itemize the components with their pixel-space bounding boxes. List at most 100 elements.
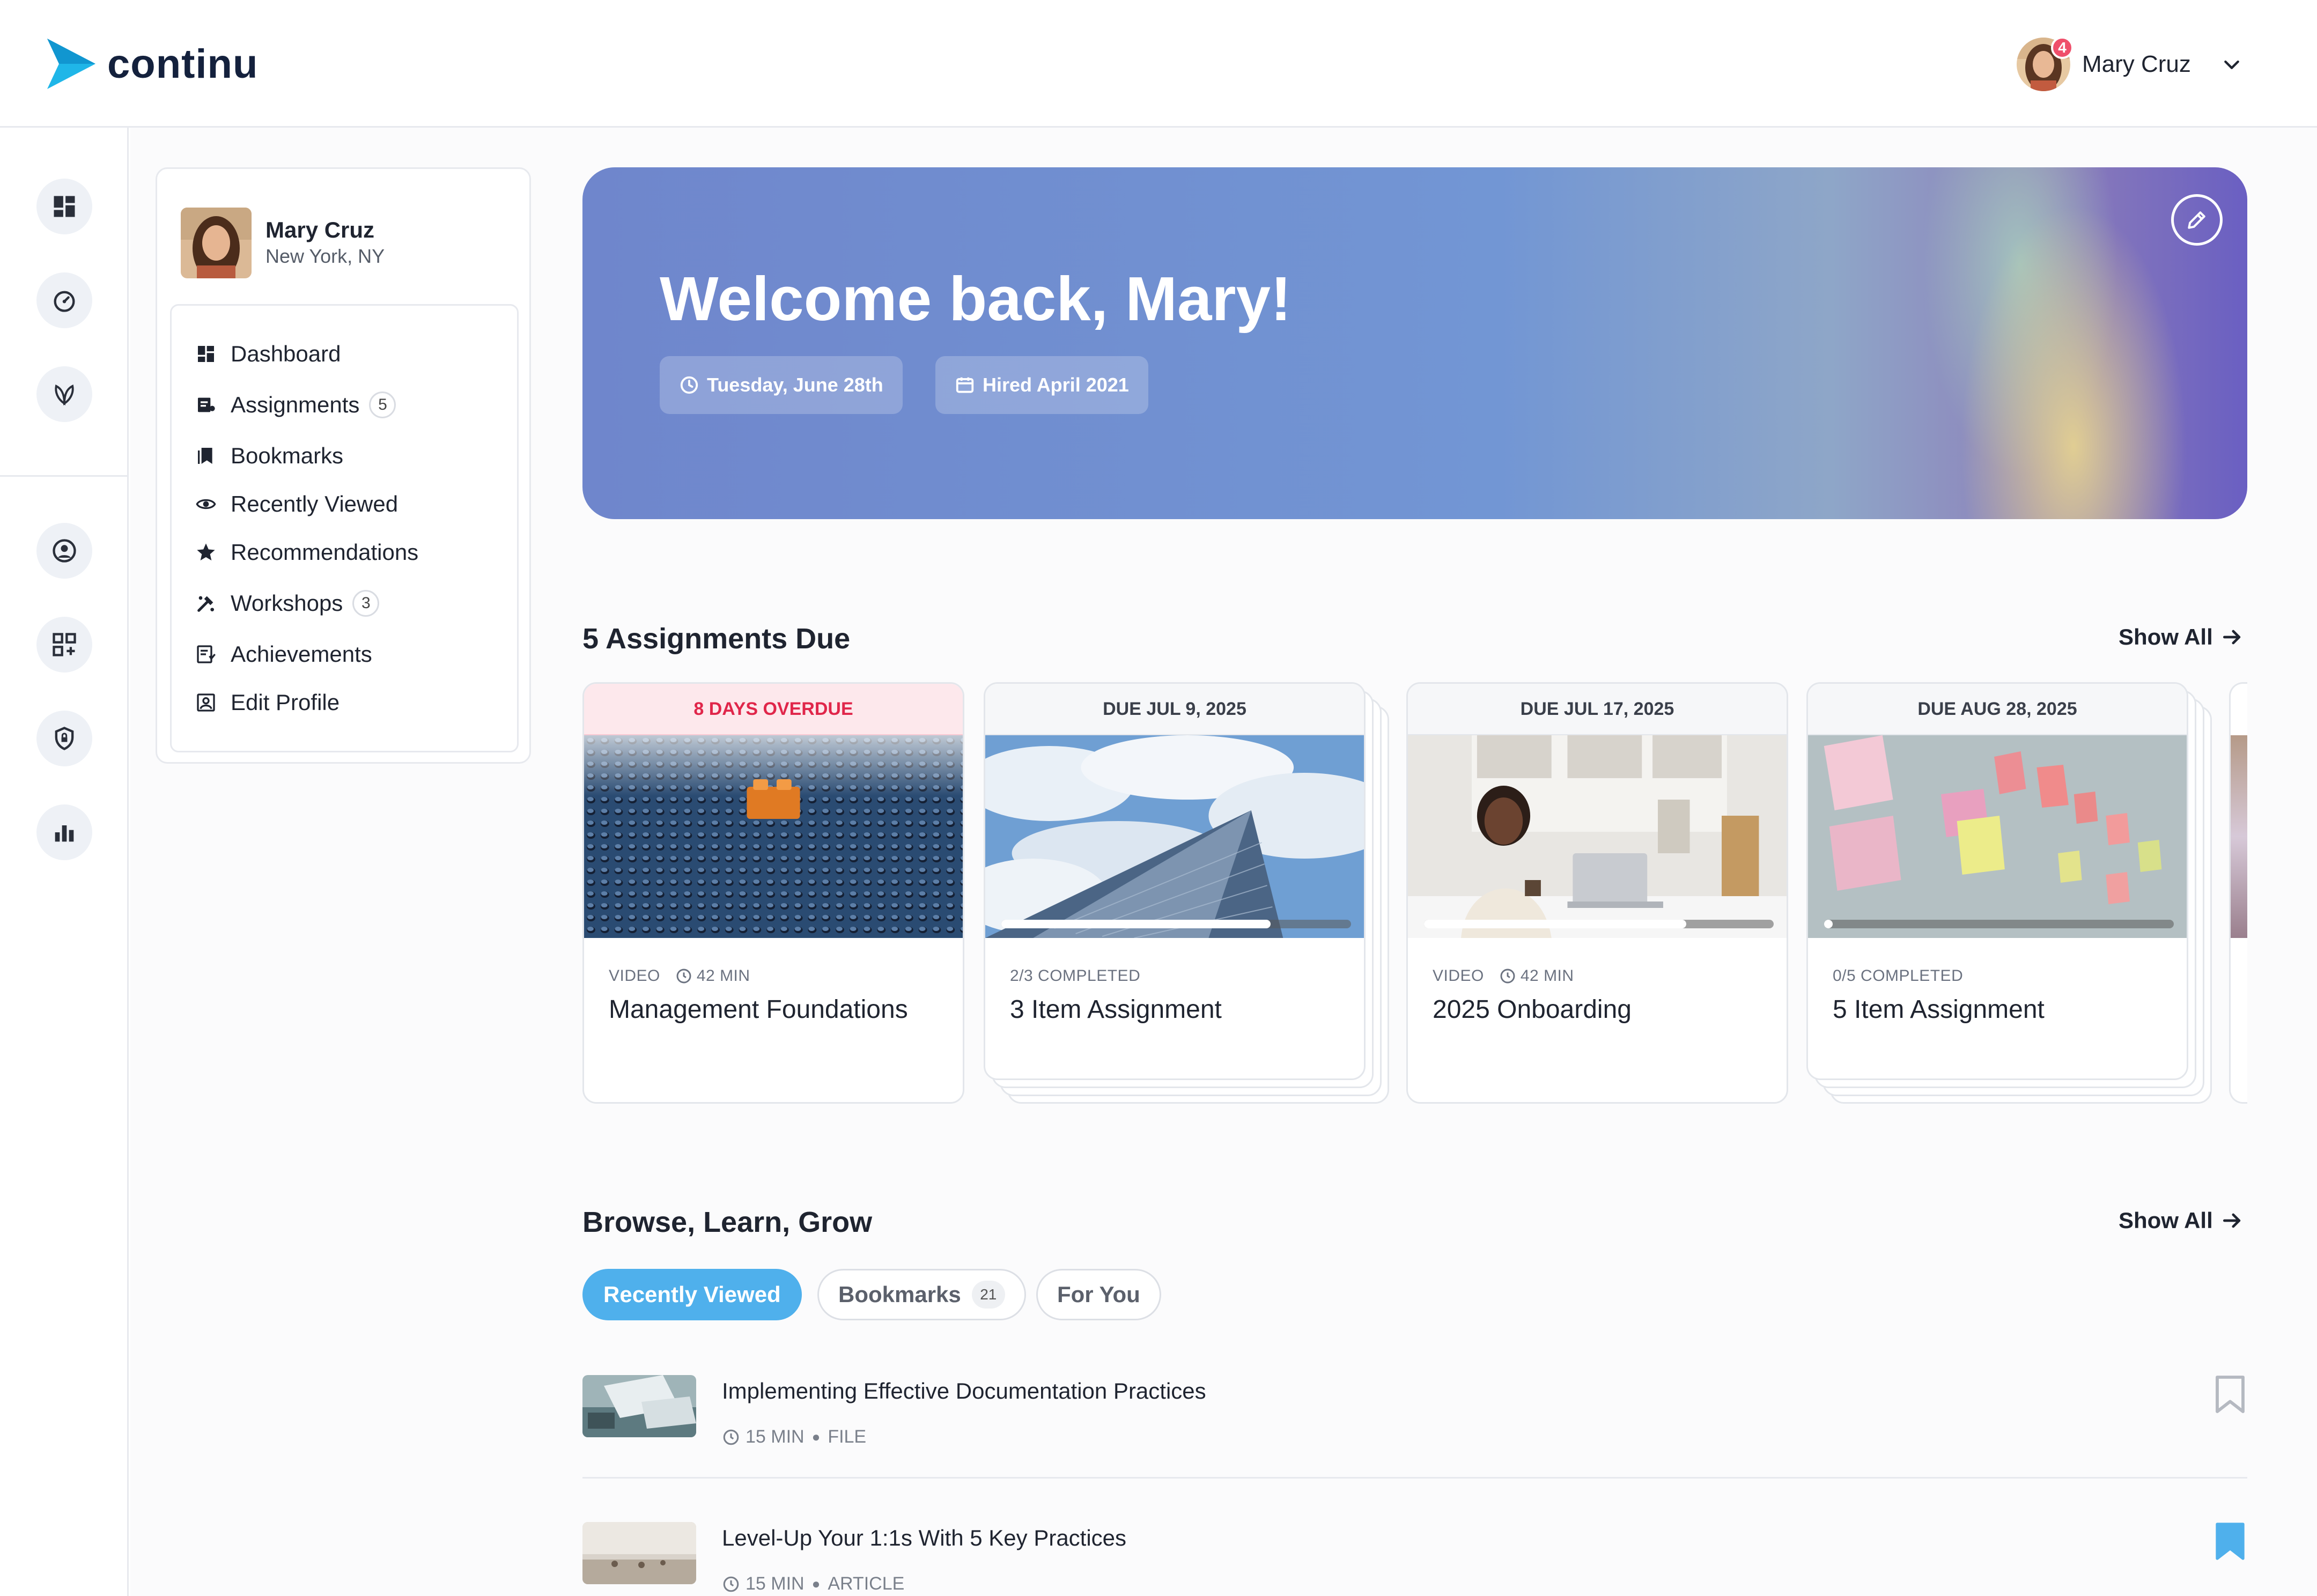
rail-dashboard-button[interactable] [36, 179, 92, 234]
nav-item-edit-profile[interactable]: Edit Profile [195, 686, 340, 719]
nav-item-achievements[interactable]: Achievements [195, 638, 372, 670]
card-body[interactable]: DUE JUL 17, 2025 VIDEO 42 MIN 2025 Onboa… [1406, 682, 1788, 1104]
card-title: 3 Item Assignment [1010, 995, 1222, 1024]
card-title: Management Foundations [609, 995, 908, 1024]
tab-label: Recently Viewed [603, 1282, 781, 1307]
bookmark-outline-icon[interactable] [2213, 1374, 2247, 1415]
card-thumbnail [985, 735, 1364, 938]
clock-icon [676, 969, 691, 984]
tab-for-you[interactable]: For You [1036, 1269, 1161, 1320]
office-image [1408, 735, 1787, 938]
browse-show-all-link[interactable]: Show All [2119, 1208, 2244, 1233]
meta-duration: 42 MIN [696, 967, 750, 985]
notification-badge: 4 [2051, 36, 2074, 59]
nav-item-bookmarks[interactable]: Bookmarks [195, 440, 343, 472]
assignment-card[interactable]: DUE JUL 9, 2025 2/3 COMPLETED 3 Item Ass… [984, 682, 1389, 1104]
list-divider [582, 1477, 2247, 1479]
nav-label: Recently Viewed [231, 491, 399, 516]
next-card-thumbnail [2231, 735, 2247, 938]
list-item-title[interactable]: Level-Up Your 1:1s With 5 Key Practices [722, 1525, 1126, 1551]
card-body[interactable]: DUE AUG 28, 2025 0/5 COMPLETED 5 Item As… [1806, 682, 2188, 1080]
nav-label: Achievements [231, 641, 372, 667]
profile-location: New York, NY [265, 245, 385, 267]
hired-text: Hired April 2021 [983, 374, 1129, 396]
progress-bar [1001, 920, 1351, 928]
bookmark-filled-icon[interactable] [2213, 1521, 2247, 1562]
chevron-down-icon[interactable] [2221, 54, 2242, 75]
rail-profile-button[interactable] [36, 523, 92, 579]
due-label: DUE AUG 28, 2025 [1808, 684, 2187, 735]
peek-mask [2247, 676, 2317, 1115]
welcome-banner: Welcome back, Mary! Tuesday, June 28th H… [582, 167, 2247, 519]
profile-name: Mary Cruz [265, 217, 375, 242]
nav-item-dashboard[interactable]: Dashboard [195, 338, 341, 370]
progress-fill [1824, 920, 1833, 928]
skyscraper-image [985, 735, 1364, 938]
progress-fill [1424, 920, 1686, 928]
list-item-title[interactable]: Implementing Effective Documentation Pra… [722, 1378, 1206, 1404]
calendar-icon [956, 377, 974, 393]
clock-icon [723, 1429, 739, 1445]
welcome-title: Welcome back, Mary! [660, 264, 1292, 334]
tools-icon [197, 596, 214, 612]
assignments-show-all-link[interactable]: Show All [2119, 624, 2244, 650]
list-item-thumbnail[interactable] [582, 1522, 696, 1584]
tab-bookmarks[interactable]: Bookmarks 21 [817, 1269, 1026, 1320]
due-label: 8 DAYS OVERDUE [584, 684, 963, 735]
app-logo[interactable]: continu [47, 39, 258, 89]
icon-rail [0, 128, 129, 1596]
card-body[interactable]: 8 DAYS OVERDUE VIDEO 42 MIN Management F… [582, 682, 964, 1104]
assignment-card[interactable]: DUE JUL 17, 2025 VIDEO 42 MIN 2025 Onboa… [1406, 682, 1788, 1104]
nav-item-recommendations[interactable]: Recommendations [195, 536, 418, 568]
list-item-duration: 15 MIN [746, 1427, 805, 1447]
arrow-right-icon [2223, 1213, 2240, 1228]
list-item-thumbnail[interactable] [582, 1375, 696, 1437]
edit-banner-button[interactable] [2171, 194, 2223, 246]
tab-count-badge: 21 [971, 1281, 1005, 1309]
assignment-icon [198, 397, 215, 412]
tab-label: Bookmarks [838, 1282, 961, 1307]
card-body[interactable]: DUE JUL 9, 2025 2/3 COMPLETED 3 Item Ass… [984, 682, 1366, 1080]
clock-icon [1500, 969, 1515, 984]
nav-item-assignments[interactable]: Assignments 5 [195, 389, 396, 421]
bookmarks-icon [198, 448, 212, 464]
card-meta: VIDEO 42 MIN [1433, 967, 1574, 985]
rail-leaf-button[interactable] [36, 366, 92, 422]
nav-label: Edit Profile [231, 690, 340, 715]
rail-analytics-button[interactable] [36, 804, 92, 860]
card-thumbnail [1808, 735, 2187, 938]
assignment-card[interactable]: 8 DAYS OVERDUE VIDEO 42 MIN Management F… [582, 682, 964, 1104]
card-title: 5 Item Assignment [1833, 995, 2045, 1024]
profile-icon [197, 693, 215, 712]
date-pill: Tuesday, June 28th [660, 356, 903, 414]
tab-label: For You [1057, 1282, 1140, 1307]
arrow-right-icon [2223, 630, 2240, 645]
logo-text: continu [107, 41, 259, 87]
side-nav: Dashboard Assignments 5 Bookmarks Recent… [170, 304, 519, 752]
progress-bar [1824, 920, 2174, 928]
rail-gauge-button[interactable] [36, 272, 92, 328]
rail-apps-button[interactable] [36, 617, 92, 673]
top-header: continu 4 Mary Cruz [0, 0, 2317, 128]
nav-count-badge: 3 [352, 590, 380, 617]
assignment-card[interactable]: DUE AUG 28, 2025 0/5 COMPLETED 5 Item As… [1806, 682, 2212, 1104]
progress-fill [1001, 920, 1271, 928]
apps-add-icon [53, 633, 76, 656]
list-item-type: FILE [828, 1427, 867, 1447]
dashboard-icon [198, 346, 214, 362]
rail-security-button[interactable] [36, 711, 92, 766]
user-menu[interactable]: 4 Mary Cruz [2017, 36, 2242, 92]
profile-avatar[interactable] [181, 208, 252, 278]
list-item-meta: 15 MIN ● ARTICLE [722, 1573, 904, 1594]
next-card-peek[interactable] [2229, 682, 2247, 1104]
avatar[interactable]: 4 [2017, 36, 2074, 91]
star-icon [197, 543, 215, 560]
nav-item-workshops[interactable]: Workshops 3 [195, 587, 380, 619]
card-title: 2025 Onboarding [1433, 995, 1632, 1024]
tab-recently-viewed[interactable]: Recently Viewed [582, 1269, 802, 1320]
user-name[interactable]: Mary Cruz [2082, 51, 2191, 78]
meta-completion: 0/5 COMPLETED [1833, 967, 1964, 985]
meta-completion: 2/3 COMPLETED [1010, 967, 1141, 985]
list-item-type: ARTICLE [828, 1573, 905, 1594]
nav-item-recently-viewed[interactable]: Recently Viewed [195, 488, 398, 520]
